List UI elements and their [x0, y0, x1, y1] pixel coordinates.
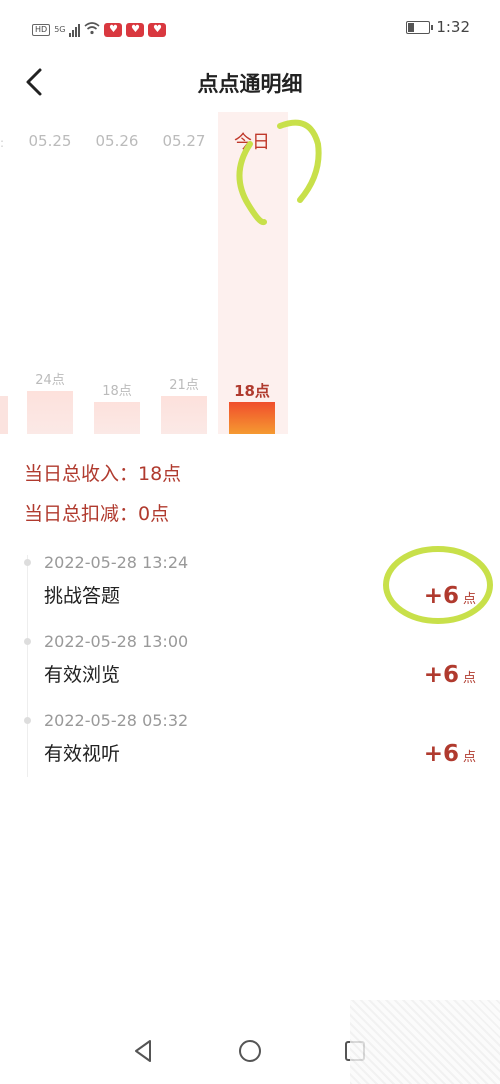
- record-time: 2022-05-28 13:00: [44, 632, 189, 651]
- chart-bar[interactable]: [94, 401, 140, 434]
- nav-home-button[interactable]: [235, 1036, 265, 1066]
- chart-value-label: 21点: [169, 378, 199, 394]
- clock: 1:32: [436, 18, 470, 36]
- page-title: 点点通明细: [197, 72, 303, 96]
- record-points: +6 点: [424, 662, 476, 688]
- points-value: +6: [423, 741, 459, 767]
- points-value: +6: [423, 662, 459, 688]
- points-unit: 点: [462, 592, 476, 607]
- app-header: 点点通明细: [0, 56, 500, 112]
- points-unit: 点: [462, 671, 476, 686]
- wifi-icon: [84, 20, 101, 39]
- partial-bar: [0, 396, 8, 434]
- chart-bar[interactable]: [229, 401, 275, 434]
- circle-home-icon: [239, 1040, 261, 1062]
- daily-points-chart: : 05.25 24点 05.26 18点 05.27 21点 今日 18点: [0, 112, 500, 436]
- chart-date-label[interactable]: 05.27: [154, 132, 214, 150]
- signal-icon: [69, 23, 81, 37]
- triangle-back-icon: [135, 1040, 151, 1062]
- record-time: 2022-05-28 13:24: [44, 553, 189, 572]
- list-item[interactable]: 2022-05-28 05:32 有效视听 +6 点: [24, 711, 476, 791]
- app-notification-icon: ♥: [126, 22, 145, 37]
- app-notification-icon: ♥: [104, 22, 123, 37]
- chart-value-label: 18点: [234, 381, 270, 400]
- app-notification-icon: ♥: [148, 22, 167, 37]
- list-item[interactable]: 2022-05-28 13:00 有效浏览 +6 点: [24, 632, 476, 712]
- list-item[interactable]: 2022-05-28 13:24 挑战答题 +6 点: [24, 553, 476, 633]
- points-unit: 点: [462, 750, 476, 765]
- timeline-dot: [24, 638, 31, 645]
- record-desc: 有效视听: [44, 743, 121, 765]
- total-deduction: 当日总扣减：0点: [24, 503, 170, 525]
- record-points: +6 点: [424, 741, 476, 767]
- status-right: 1:32: [406, 18, 470, 36]
- watermark-corner: [350, 1000, 500, 1084]
- chart-value-label: 18点: [102, 383, 132, 399]
- status-bar: HD 5G ♥ ♥ ♥ 1:32: [0, 0, 500, 56]
- nav-back-button[interactable]: [128, 1036, 158, 1066]
- hd-badge: HD: [32, 23, 51, 36]
- daily-summary: 当日总收入：18点 当日总扣减：0点: [24, 460, 181, 540]
- chart-date-label[interactable]: 05.25: [20, 132, 80, 150]
- points-value: +6: [423, 583, 459, 609]
- battery-icon: [406, 20, 434, 34]
- chart-date-label[interactable]: 今日: [222, 128, 282, 154]
- timeline-dot: [24, 559, 31, 566]
- status-left: HD 5G ♥ ♥ ♥: [32, 20, 167, 39]
- timeline-dot: [24, 717, 31, 724]
- chart-date-label[interactable]: 05.26: [87, 132, 147, 150]
- network-type: 5G: [54, 25, 66, 34]
- chart-bar[interactable]: [161, 396, 207, 434]
- total-income: 当日总收入：18点: [24, 463, 182, 485]
- record-points: +6 点: [424, 583, 476, 609]
- chart-value-label: 24点: [35, 372, 65, 388]
- partial-date-label: :: [0, 136, 5, 150]
- record-desc: 有效浏览: [44, 664, 121, 686]
- chart-bar[interactable]: [27, 390, 73, 434]
- record-desc: 挑战答题: [44, 585, 121, 607]
- record-time: 2022-05-28 05:32: [44, 711, 189, 730]
